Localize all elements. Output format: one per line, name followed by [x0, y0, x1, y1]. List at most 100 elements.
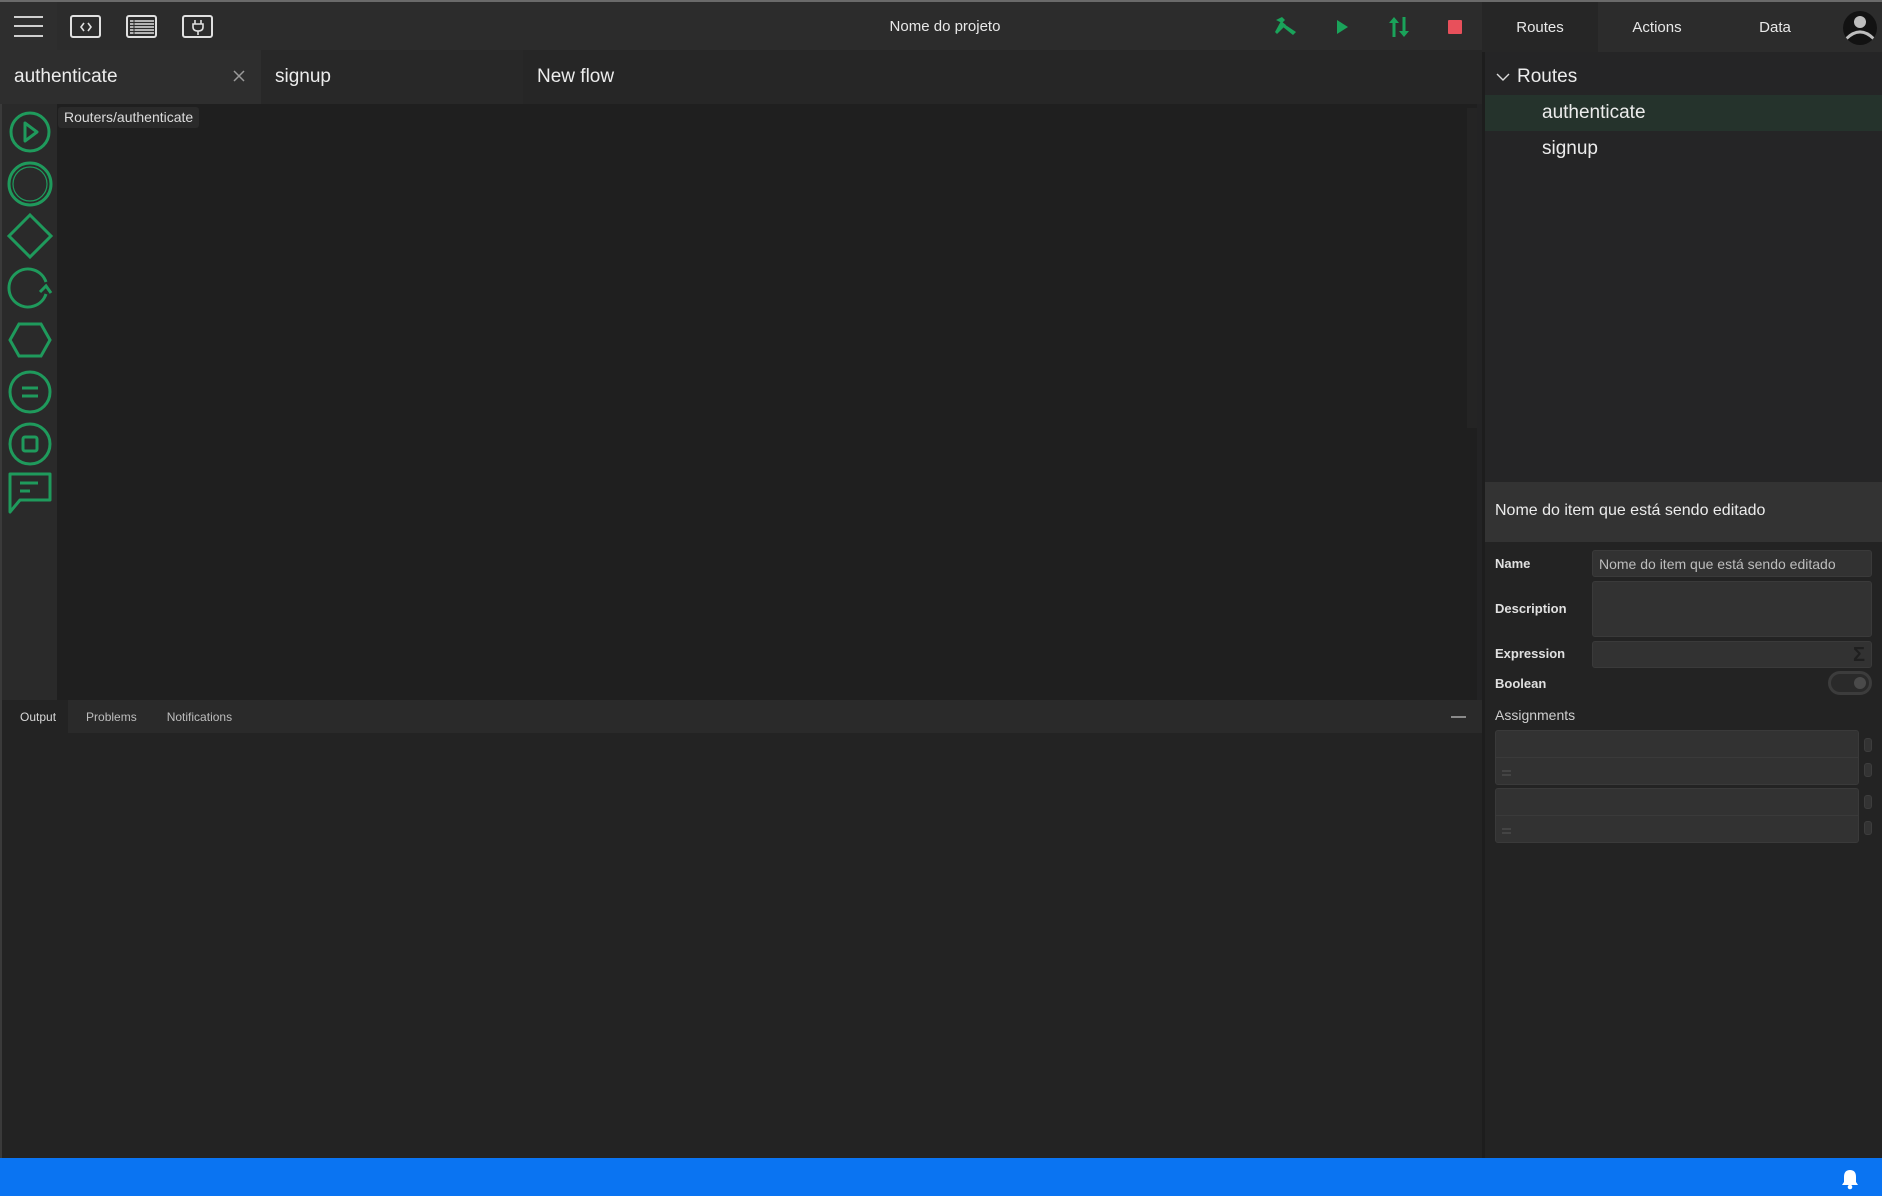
run-button[interactable]: [1329, 14, 1355, 40]
tab-output-label: Output: [20, 709, 57, 724]
tree-root-label: Routes: [1517, 66, 1578, 87]
bottom-panel: Output Problems Notifications: [0, 700, 1484, 1158]
editor-tab-authenticate[interactable]: authenticate: [0, 50, 261, 104]
close-icon[interactable]: [231, 68, 247, 84]
list-view-button[interactable]: [126, 15, 157, 38]
assignment-action-handle[interactable]: [1864, 738, 1872, 752]
tree-item-signup[interactable]: signup: [1485, 131, 1882, 167]
loop-icon: [7, 267, 53, 309]
status-bar: [0, 1158, 1882, 1196]
name-label: Name: [1495, 556, 1531, 571]
hexagon-icon: [8, 322, 52, 358]
double-circle-icon: [7, 161, 53, 207]
tab-routes-label: Routes: [1516, 18, 1564, 36]
palette-loop-node[interactable]: [6, 264, 54, 312]
stop-button[interactable]: [1442, 14, 1468, 40]
user-avatar-icon: [1844, 16, 1876, 41]
sigma-icon[interactable]: Σ: [1853, 644, 1865, 667]
tree-root-routes[interactable]: Routes: [1495, 66, 1577, 88]
palette-comment-node[interactable]: [6, 470, 54, 518]
assignments-label: Assignments: [1495, 707, 1576, 723]
minimize-panel-button[interactable]: [1451, 716, 1466, 718]
code-view-button[interactable]: [70, 15, 101, 38]
diamond-icon: [6, 212, 54, 260]
assignment-action-handle[interactable]: [1864, 763, 1872, 777]
palette-stop-node[interactable]: [6, 420, 54, 468]
canvas-breadcrumb: Routers/authenticate: [58, 107, 200, 128]
routes-tree: Routes authenticate signup: [1485, 52, 1882, 482]
assignment-value-input[interactable]: [1496, 758, 1858, 785]
boolean-toggle[interactable]: [1828, 671, 1872, 695]
hammer-icon: [1275, 17, 1296, 35]
assignment-row: [1495, 788, 1859, 843]
drag-handle-icon[interactable]: [1502, 828, 1511, 834]
code-brackets-icon: [79, 22, 92, 31]
hamburger-menu-icon: [14, 15, 43, 37]
expression-input[interactable]: Σ: [1592, 641, 1872, 668]
editor-tab-label: signup: [275, 66, 331, 87]
play-circle-icon: [9, 111, 51, 153]
tab-notifications-label: Notifications: [166, 709, 233, 724]
flow-canvas[interactable]: Routers/authenticate: [57, 104, 1477, 700]
assignment-variable-input[interactable]: [1496, 789, 1858, 816]
tab-data[interactable]: Data: [1716, 2, 1834, 52]
stop-icon: [1448, 20, 1462, 34]
assignment-row: [1495, 730, 1859, 785]
top-toolbar: Nome do projeto: [0, 2, 1482, 50]
project-title: Nome do projeto: [889, 18, 1001, 35]
editor-tab-label: New flow: [537, 66, 615, 87]
tab-data-label: Data: [1759, 18, 1791, 36]
toggle-knob: [1854, 677, 1866, 689]
editor-tabs: authenticate signup New flow: [0, 50, 1482, 104]
tab-problems[interactable]: Problems: [68, 700, 149, 733]
tab-actions-label: Actions: [1632, 18, 1682, 36]
properties-header: Nome do item que está sendo editado: [1485, 482, 1882, 542]
editor-tab-signup[interactable]: signup: [261, 50, 523, 104]
editor-tab-label: authenticate: [14, 66, 118, 87]
bottom-panel-tabs: Output Problems Notifications: [2, 700, 1484, 733]
build-button[interactable]: [1273, 14, 1299, 40]
assignment-value-input[interactable]: [1496, 816, 1858, 843]
tab-output[interactable]: Output: [2, 700, 69, 733]
stop-circle-icon: [8, 422, 52, 466]
tab-routes[interactable]: Routes: [1482, 2, 1598, 52]
right-sidebar: Routes authenticate signup Nome do item …: [1482, 52, 1882, 1158]
app-window: Nome do projeto Routes Actions Data auth…: [0, 0, 1882, 1196]
palette-decision-node[interactable]: [6, 212, 54, 260]
sidebar-tabs: Routes Actions Data: [1482, 2, 1882, 52]
palette-process-node[interactable]: [6, 316, 54, 364]
boolean-label: Boolean: [1495, 676, 1547, 691]
user-avatar[interactable]: [1843, 11, 1877, 45]
plug-icon: [191, 19, 204, 35]
tree-item-label: authenticate: [1542, 102, 1646, 123]
up-down-arrows-icon: [1389, 17, 1409, 37]
deploy-button[interactable]: [1386, 14, 1412, 40]
palette-assign-node[interactable]: [6, 368, 54, 416]
assignment-action-handle[interactable]: [1864, 821, 1872, 835]
tree-item-authenticate[interactable]: authenticate: [1485, 95, 1882, 131]
description-label: Description: [1495, 601, 1567, 616]
assignment-variable-input[interactable]: [1496, 731, 1858, 758]
main-menu-button[interactable]: [0, 2, 57, 50]
equals-circle-icon: [8, 370, 52, 414]
comment-icon: [8, 472, 52, 514]
drag-handle-icon[interactable]: [1502, 770, 1511, 776]
description-input[interactable]: [1592, 581, 1872, 637]
chevron-down-icon: [1496, 73, 1510, 81]
list-icon: [129, 18, 154, 35]
tree-item-label: signup: [1542, 138, 1598, 159]
plugins-button[interactable]: [182, 15, 213, 38]
tab-notifications[interactable]: Notifications: [149, 700, 244, 733]
name-input[interactable]: [1592, 550, 1872, 577]
tab-problems-label: Problems: [86, 709, 137, 724]
assignment-action-handle[interactable]: [1864, 795, 1872, 809]
play-icon: [1337, 20, 1348, 34]
tab-actions[interactable]: Actions: [1598, 2, 1716, 52]
canvas-scrollbar[interactable]: [1467, 108, 1477, 428]
palette-end-node[interactable]: [6, 160, 54, 208]
expression-label: Expression: [1495, 646, 1566, 661]
bell-icon[interactable]: [1840, 1168, 1860, 1190]
palette-start-node[interactable]: [6, 108, 54, 156]
editor-tab-new-flow[interactable]: New flow: [523, 50, 1482, 104]
node-palette: [0, 104, 57, 700]
